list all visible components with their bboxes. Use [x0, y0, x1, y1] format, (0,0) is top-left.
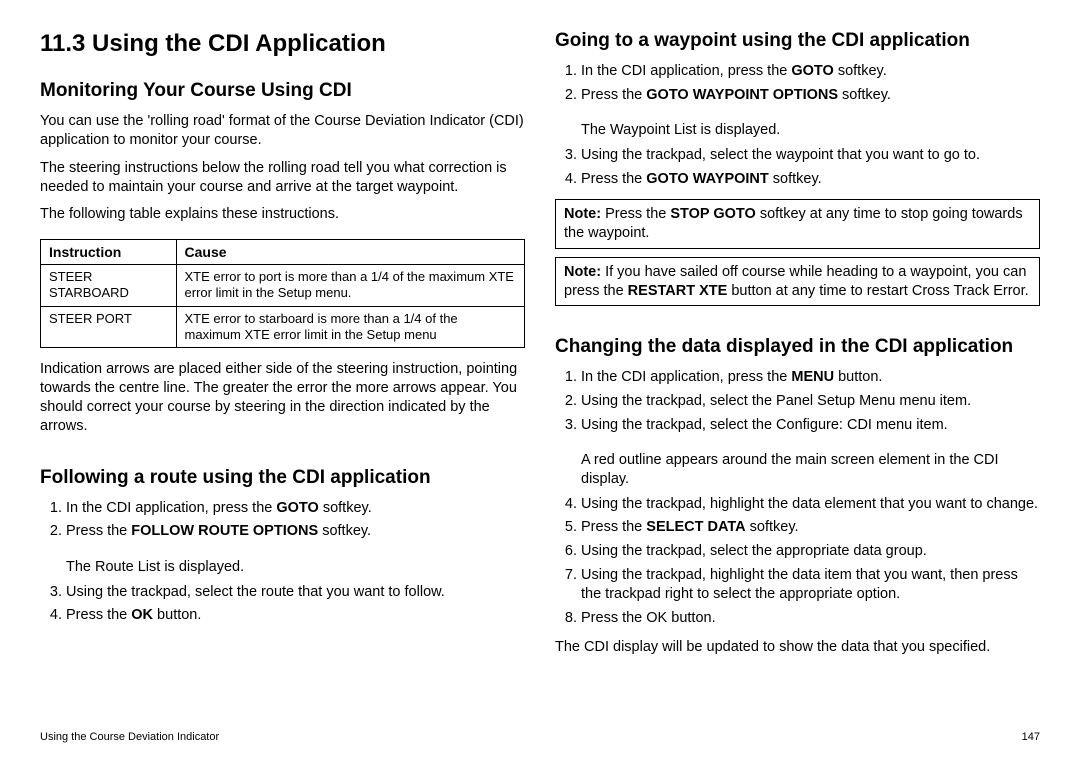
list-item: Using the trackpad, select the Panel Set…: [581, 392, 1040, 412]
td-instruction: STEER PORT: [41, 306, 177, 348]
ordered-list: In the CDI application, press the GOTO s…: [555, 62, 1040, 109]
list-item: Press the OK button.: [581, 609, 1040, 629]
list-item: In the CDI application, press the GOTO s…: [66, 499, 525, 519]
list-item: Press the SELECT DATA softkey.: [581, 518, 1040, 538]
list-item: Using the trackpad, select the route tha…: [66, 583, 525, 603]
indent-text: The Waypoint List is displayed.: [581, 121, 1040, 140]
list-item: Press the GOTO WAYPOINT OPTIONS softkey.: [581, 86, 1040, 106]
left-column: 11.3 Using the CDI Application Monitorin…: [40, 30, 525, 710]
ordered-list: Using the trackpad, highlight the data e…: [555, 495, 1040, 632]
heading-going-to-waypoint: Going to a waypoint using the CDI applic…: [555, 30, 1040, 52]
list-item: Using the trackpad, select the Configure…: [581, 416, 1040, 436]
heading-monitoring: Monitoring Your Course Using CDI: [40, 80, 525, 102]
para: The CDI display will be updated to show …: [555, 638, 1040, 657]
instruction-table: Instruction Cause STEER STARBOARD XTE er…: [40, 239, 525, 348]
td-instruction: STEER STARBOARD: [41, 265, 177, 307]
ordered-list: In the CDI application, press the MENU b…: [555, 368, 1040, 439]
para: The steering instructions below the roll…: [40, 159, 525, 197]
indent-text: The Route List is displayed.: [66, 558, 525, 577]
note-box: Note: If you have sailed off course whil…: [555, 257, 1040, 307]
list-item: Using the trackpad, select the waypoint …: [581, 146, 1040, 166]
list-item: Using the trackpad, select the appropria…: [581, 542, 1040, 562]
page-number: 147: [1022, 731, 1040, 743]
table-row: STEER PORT XTE error to starboard is mor…: [41, 306, 525, 348]
list-item: Press the OK button.: [66, 606, 525, 626]
ordered-list: Using the trackpad, select the route tha…: [40, 583, 525, 630]
para: Indication arrows are placed either side…: [40, 360, 525, 435]
heading-following-route: Following a route using the CDI applicat…: [40, 467, 525, 489]
para: The following table explains these instr…: [40, 205, 525, 224]
table-header-row: Instruction Cause: [41, 240, 525, 265]
table-row: STEER STARBOARD XTE error to port is mor…: [41, 265, 525, 307]
td-cause: XTE error to port is more than a 1/4 of …: [176, 265, 524, 307]
indent-text: A red outline appears around the main sc…: [581, 451, 1040, 489]
page-footer: Using the Course Deviation Indicator 147: [40, 731, 1040, 743]
note-label: Note:: [564, 206, 605, 222]
heading-changing-data: Changing the data displayed in the CDI a…: [555, 336, 1040, 358]
td-cause: XTE error to starboard is more than a 1/…: [176, 306, 524, 348]
list-item: In the CDI application, press the MENU b…: [581, 368, 1040, 388]
th-instruction: Instruction: [41, 240, 177, 265]
list-item: Using the trackpad, highlight the data e…: [581, 495, 1040, 515]
right-column: Going to a waypoint using the CDI applic…: [555, 30, 1040, 710]
note-label: Note:: [564, 264, 605, 280]
ordered-list: Using the trackpad, select the waypoint …: [555, 146, 1040, 193]
ordered-list: In the CDI application, press the GOTO s…: [40, 499, 525, 546]
list-item: In the CDI application, press the GOTO s…: [581, 62, 1040, 82]
note-box: Note: Press the STOP GOTO softkey at any…: [555, 199, 1040, 249]
list-item: Press the FOLLOW ROUTE OPTIONS softkey.: [66, 522, 525, 542]
section-title-11-3: 11.3 Using the CDI Application: [40, 30, 525, 58]
th-cause: Cause: [176, 240, 524, 265]
page-columns: 11.3 Using the CDI Application Monitorin…: [40, 30, 1040, 710]
footer-title: Using the Course Deviation Indicator: [40, 731, 219, 743]
list-item: Using the trackpad, highlight the data i…: [581, 566, 1040, 605]
para: You can use the 'rolling road' format of…: [40, 112, 525, 150]
list-item: Press the GOTO WAYPOINT softkey.: [581, 170, 1040, 190]
